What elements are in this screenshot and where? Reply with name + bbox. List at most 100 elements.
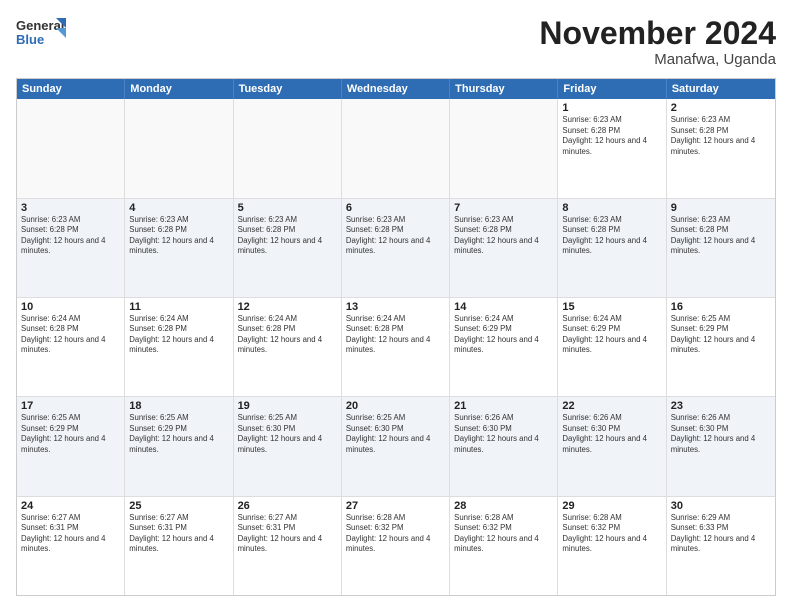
day-number: 4 [129, 202, 228, 214]
calendar-cell: 7Sunrise: 6:23 AM Sunset: 6:28 PM Daylig… [450, 199, 558, 297]
day-info: Sunrise: 6:25 AM Sunset: 6:30 PM Dayligh… [238, 413, 337, 455]
day-info: Sunrise: 6:24 AM Sunset: 6:28 PM Dayligh… [238, 314, 337, 356]
day-info: Sunrise: 6:25 AM Sunset: 6:29 PM Dayligh… [129, 413, 228, 455]
day-number: 7 [454, 202, 553, 214]
day-number: 11 [129, 301, 228, 313]
cal-header-day: Friday [558, 79, 666, 99]
calendar-row: 1Sunrise: 6:23 AM Sunset: 6:28 PM Daylig… [17, 99, 775, 198]
calendar-cell: 16Sunrise: 6:25 AM Sunset: 6:29 PM Dayli… [667, 298, 775, 396]
day-number: 20 [346, 400, 445, 412]
calendar-cell: 2Sunrise: 6:23 AM Sunset: 6:28 PM Daylig… [667, 99, 775, 197]
day-number: 6 [346, 202, 445, 214]
page: GeneralBlue November 2024 Manafwa, Ugand… [0, 0, 792, 612]
calendar-cell: 20Sunrise: 6:25 AM Sunset: 6:30 PM Dayli… [342, 397, 450, 495]
day-info: Sunrise: 6:23 AM Sunset: 6:28 PM Dayligh… [562, 215, 661, 257]
day-number: 1 [562, 102, 661, 114]
day-number: 12 [238, 301, 337, 313]
calendar-cell: 1Sunrise: 6:23 AM Sunset: 6:28 PM Daylig… [558, 99, 666, 197]
calendar-cell [17, 99, 125, 197]
logo-svg: GeneralBlue [16, 16, 66, 52]
svg-text:General: General [16, 18, 64, 33]
day-number: 28 [454, 500, 553, 512]
calendar-cell: 26Sunrise: 6:27 AM Sunset: 6:31 PM Dayli… [234, 497, 342, 595]
calendar-cell: 12Sunrise: 6:24 AM Sunset: 6:28 PM Dayli… [234, 298, 342, 396]
day-info: Sunrise: 6:28 AM Sunset: 6:32 PM Dayligh… [346, 513, 445, 555]
calendar-cell: 29Sunrise: 6:28 AM Sunset: 6:32 PM Dayli… [558, 497, 666, 595]
day-info: Sunrise: 6:24 AM Sunset: 6:28 PM Dayligh… [129, 314, 228, 356]
day-info: Sunrise: 6:24 AM Sunset: 6:29 PM Dayligh… [454, 314, 553, 356]
calendar-cell: 30Sunrise: 6:29 AM Sunset: 6:33 PM Dayli… [667, 497, 775, 595]
day-info: Sunrise: 6:25 AM Sunset: 6:29 PM Dayligh… [671, 314, 771, 356]
calendar-cell: 9Sunrise: 6:23 AM Sunset: 6:28 PM Daylig… [667, 199, 775, 297]
day-number: 23 [671, 400, 771, 412]
day-number: 10 [21, 301, 120, 313]
day-info: Sunrise: 6:23 AM Sunset: 6:28 PM Dayligh… [671, 215, 771, 257]
cal-header-day: Saturday [667, 79, 775, 99]
day-number: 27 [346, 500, 445, 512]
day-info: Sunrise: 6:23 AM Sunset: 6:28 PM Dayligh… [454, 215, 553, 257]
day-info: Sunrise: 6:29 AM Sunset: 6:33 PM Dayligh… [671, 513, 771, 555]
day-number: 14 [454, 301, 553, 313]
day-info: Sunrise: 6:25 AM Sunset: 6:30 PM Dayligh… [346, 413, 445, 455]
cal-header-day: Tuesday [234, 79, 342, 99]
calendar-cell: 23Sunrise: 6:26 AM Sunset: 6:30 PM Dayli… [667, 397, 775, 495]
day-info: Sunrise: 6:23 AM Sunset: 6:28 PM Dayligh… [671, 115, 771, 157]
calendar-cell [450, 99, 558, 197]
day-info: Sunrise: 6:25 AM Sunset: 6:29 PM Dayligh… [21, 413, 120, 455]
calendar-cell: 13Sunrise: 6:24 AM Sunset: 6:28 PM Dayli… [342, 298, 450, 396]
day-number: 30 [671, 500, 771, 512]
calendar-cell: 28Sunrise: 6:28 AM Sunset: 6:32 PM Dayli… [450, 497, 558, 595]
day-number: 9 [671, 202, 771, 214]
day-info: Sunrise: 6:28 AM Sunset: 6:32 PM Dayligh… [562, 513, 661, 555]
day-number: 29 [562, 500, 661, 512]
title-area: November 2024 Manafwa, Uganda [539, 16, 776, 68]
day-number: 5 [238, 202, 337, 214]
calendar-cell: 14Sunrise: 6:24 AM Sunset: 6:29 PM Dayli… [450, 298, 558, 396]
calendar: SundayMondayTuesdayWednesdayThursdayFrid… [16, 78, 776, 596]
day-info: Sunrise: 6:26 AM Sunset: 6:30 PM Dayligh… [562, 413, 661, 455]
calendar-cell [234, 99, 342, 197]
calendar-cell: 8Sunrise: 6:23 AM Sunset: 6:28 PM Daylig… [558, 199, 666, 297]
day-info: Sunrise: 6:24 AM Sunset: 6:28 PM Dayligh… [346, 314, 445, 356]
month-title: November 2024 [539, 16, 776, 51]
day-info: Sunrise: 6:24 AM Sunset: 6:29 PM Dayligh… [562, 314, 661, 356]
calendar-cell: 22Sunrise: 6:26 AM Sunset: 6:30 PM Dayli… [558, 397, 666, 495]
day-info: Sunrise: 6:27 AM Sunset: 6:31 PM Dayligh… [129, 513, 228, 555]
calendar-cell [342, 99, 450, 197]
day-number: 24 [21, 500, 120, 512]
day-info: Sunrise: 6:27 AM Sunset: 6:31 PM Dayligh… [238, 513, 337, 555]
calendar-cell: 19Sunrise: 6:25 AM Sunset: 6:30 PM Dayli… [234, 397, 342, 495]
calendar-cell: 15Sunrise: 6:24 AM Sunset: 6:29 PM Dayli… [558, 298, 666, 396]
calendar-cell: 27Sunrise: 6:28 AM Sunset: 6:32 PM Dayli… [342, 497, 450, 595]
day-number: 2 [671, 102, 771, 114]
calendar-cell: 24Sunrise: 6:27 AM Sunset: 6:31 PM Dayli… [17, 497, 125, 595]
calendar-cell: 11Sunrise: 6:24 AM Sunset: 6:28 PM Dayli… [125, 298, 233, 396]
day-info: Sunrise: 6:23 AM Sunset: 6:28 PM Dayligh… [238, 215, 337, 257]
calendar-cell: 25Sunrise: 6:27 AM Sunset: 6:31 PM Dayli… [125, 497, 233, 595]
calendar-cell: 10Sunrise: 6:24 AM Sunset: 6:28 PM Dayli… [17, 298, 125, 396]
cal-header-day: Sunday [17, 79, 125, 99]
calendar-row: 17Sunrise: 6:25 AM Sunset: 6:29 PM Dayli… [17, 397, 775, 496]
day-info: Sunrise: 6:24 AM Sunset: 6:28 PM Dayligh… [21, 314, 120, 356]
logo: GeneralBlue [16, 16, 66, 52]
calendar-cell: 4Sunrise: 6:23 AM Sunset: 6:28 PM Daylig… [125, 199, 233, 297]
cal-header-day: Monday [125, 79, 233, 99]
day-info: Sunrise: 6:23 AM Sunset: 6:28 PM Dayligh… [346, 215, 445, 257]
day-number: 13 [346, 301, 445, 313]
calendar-cell: 5Sunrise: 6:23 AM Sunset: 6:28 PM Daylig… [234, 199, 342, 297]
day-number: 17 [21, 400, 120, 412]
calendar-cell: 3Sunrise: 6:23 AM Sunset: 6:28 PM Daylig… [17, 199, 125, 297]
day-number: 16 [671, 301, 771, 313]
calendar-cell: 17Sunrise: 6:25 AM Sunset: 6:29 PM Dayli… [17, 397, 125, 495]
calendar-cell: 18Sunrise: 6:25 AM Sunset: 6:29 PM Dayli… [125, 397, 233, 495]
day-info: Sunrise: 6:23 AM Sunset: 6:28 PM Dayligh… [562, 115, 661, 157]
day-number: 8 [562, 202, 661, 214]
day-number: 15 [562, 301, 661, 313]
calendar-cell: 6Sunrise: 6:23 AM Sunset: 6:28 PM Daylig… [342, 199, 450, 297]
header: GeneralBlue November 2024 Manafwa, Ugand… [16, 16, 776, 68]
svg-text:Blue: Blue [16, 32, 44, 47]
day-info: Sunrise: 6:27 AM Sunset: 6:31 PM Dayligh… [21, 513, 120, 555]
day-info: Sunrise: 6:23 AM Sunset: 6:28 PM Dayligh… [129, 215, 228, 257]
location: Manafwa, Uganda [539, 51, 776, 68]
calendar-row: 3Sunrise: 6:23 AM Sunset: 6:28 PM Daylig… [17, 199, 775, 298]
